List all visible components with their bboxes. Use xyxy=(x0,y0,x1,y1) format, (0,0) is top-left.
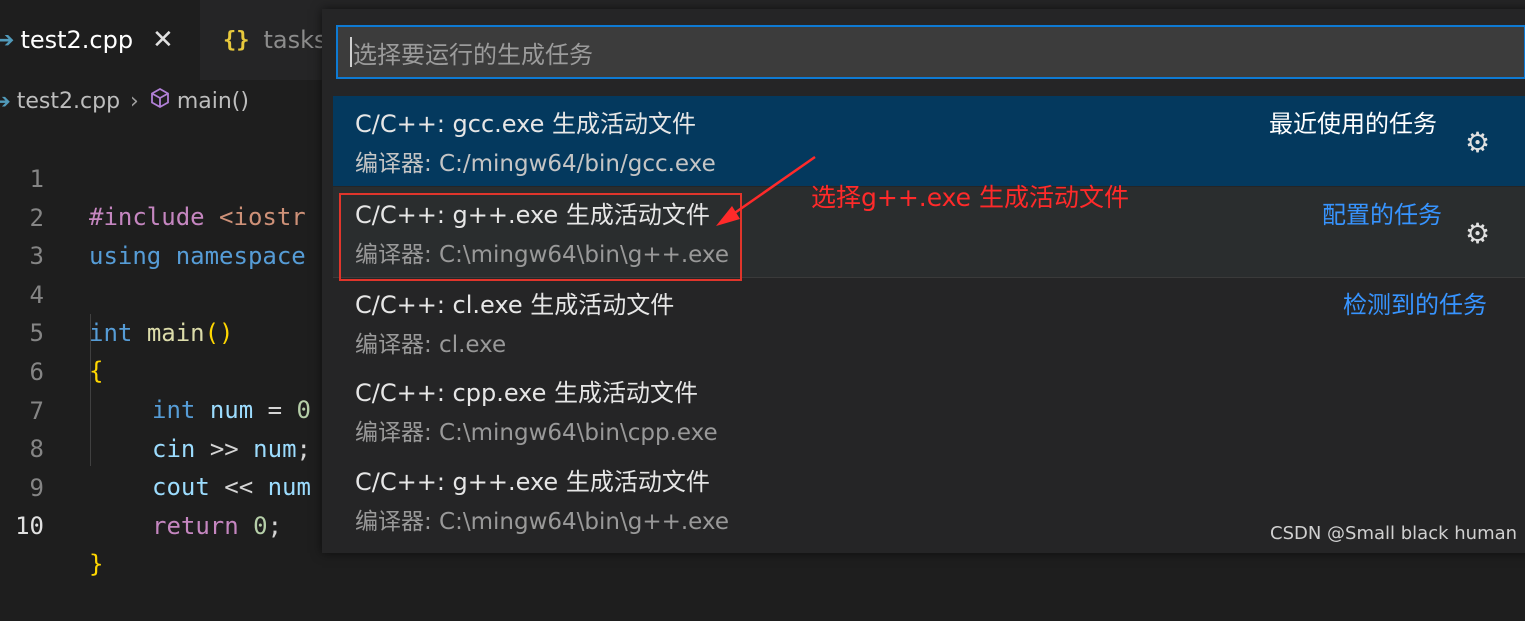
code-line: 6 int num = 0 xyxy=(0,315,311,424)
task-item-cpp[interactable]: C/C++: cpp.exe 生成活动文件 编译器: C:\mingw64\bi… xyxy=(333,365,1525,455)
code-token: } xyxy=(89,550,104,578)
code-token: 0 xyxy=(296,396,311,424)
code-token: ; xyxy=(267,512,283,540)
annotation-highlight-box xyxy=(339,193,742,281)
code-token: int xyxy=(89,319,133,347)
annotation-text: 选择g++.exe 生成活动文件 xyxy=(811,183,1130,212)
method-cube-icon xyxy=(149,87,171,115)
code-line: 3 xyxy=(0,199,58,270)
code-line: 9 return 0; xyxy=(0,431,283,540)
task-title: C/C++: cl.exe 生成活动文件 xyxy=(355,291,675,319)
code-token: using xyxy=(89,242,162,270)
code-token: namespace xyxy=(175,242,306,270)
code-token: 0 xyxy=(253,512,268,540)
code-token: main xyxy=(146,319,205,347)
tab-tasks-json[interactable]: {} tasks. xyxy=(203,0,334,80)
code-token: << xyxy=(224,473,254,501)
code-token: { xyxy=(89,357,104,385)
code-token: = xyxy=(267,396,283,424)
group-label: 最近使用的任务 xyxy=(1269,110,1437,138)
code-token: cout xyxy=(152,473,210,501)
json-braces-icon: {} xyxy=(223,27,250,53)
code-token: num xyxy=(253,435,297,463)
code-line: 1 #include <iostr xyxy=(0,122,306,231)
close-icon[interactable]: ✕ xyxy=(152,25,174,55)
code-token: cin xyxy=(152,435,196,463)
group-label: 检测到的任务 xyxy=(1343,291,1487,319)
task-item-gcc[interactable]: C/C++: gcc.exe 生成活动文件 编译器: C:/mingw64/bi… xyxy=(333,96,1525,186)
task-title: C/C++: cpp.exe 生成活动文件 xyxy=(355,379,699,407)
tab-label: test2.cpp xyxy=(20,26,134,54)
code-line: 4 int main() xyxy=(0,238,234,347)
task-title: C/C++: g++.exe 生成活动文件 xyxy=(355,468,710,496)
code-token: <iostr xyxy=(219,203,306,231)
code-token: int xyxy=(152,396,196,424)
code-token: num xyxy=(209,396,254,424)
code-token: >> xyxy=(209,435,239,463)
gear-icon[interactable]: ⚙ xyxy=(1465,126,1490,159)
cpp-file-icon: ➔ xyxy=(0,89,11,113)
tab-test2-cpp[interactable]: ➔ test2.cpp ✕ xyxy=(0,0,200,80)
task-item-cl[interactable]: C/C++: cl.exe 生成活动文件 编译器: cl.exe 检测到的任务 xyxy=(333,277,1525,367)
code-line: 10 } xyxy=(0,469,103,578)
text-caret xyxy=(350,37,352,67)
breadcrumb-symbol[interactable]: main() xyxy=(177,89,249,114)
code-token: ; xyxy=(296,435,311,463)
code-token: return xyxy=(152,512,239,540)
code-token: () xyxy=(204,319,234,347)
gear-icon[interactable]: ⚙ xyxy=(1465,217,1490,250)
task-title: C/C++: gcc.exe 生成活动文件 xyxy=(355,110,696,138)
code-token: #include xyxy=(89,203,205,231)
code-line: 7 cin >> num; xyxy=(0,354,311,463)
task-detail: 编译器: cl.exe xyxy=(355,332,507,358)
code-line: 5 { xyxy=(0,276,104,385)
watermark: CSDN @Small black human xyxy=(1270,523,1518,544)
quick-pick-panel: 选择要运行的生成任务 C/C++: gcc.exe 生成活动文件 编译器: C:… xyxy=(322,9,1525,553)
task-search-placeholder: 选择要运行的生成任务 xyxy=(353,40,593,69)
task-detail: 编译器: C:/mingw64/bin/gcc.exe xyxy=(355,151,716,177)
code-editor[interactable]: 1 #include <iostr 2 using namespace 3 4 … xyxy=(0,122,330,578)
breadcrumb-file[interactable]: test2.cpp xyxy=(17,89,120,114)
cpp-file-icon: ➔ xyxy=(0,27,15,53)
group-label: 配置的任务 xyxy=(1322,201,1442,229)
task-detail: 编译器: C:\mingw64\bin\g++.exe xyxy=(355,509,729,535)
chevron-right-icon: › xyxy=(130,88,139,114)
task-search-input[interactable]: 选择要运行的生成任务 xyxy=(336,25,1525,79)
line-number: 10 xyxy=(15,512,44,540)
code-line: 2 using namespace xyxy=(0,161,306,270)
breadcrumb: ➔ test2.cpp › main() xyxy=(0,84,249,118)
task-detail: 编译器: C:\mingw64\bin\cpp.exe xyxy=(355,420,718,446)
code-token: num xyxy=(267,473,311,501)
code-line: 8 cout << num xyxy=(0,392,311,501)
